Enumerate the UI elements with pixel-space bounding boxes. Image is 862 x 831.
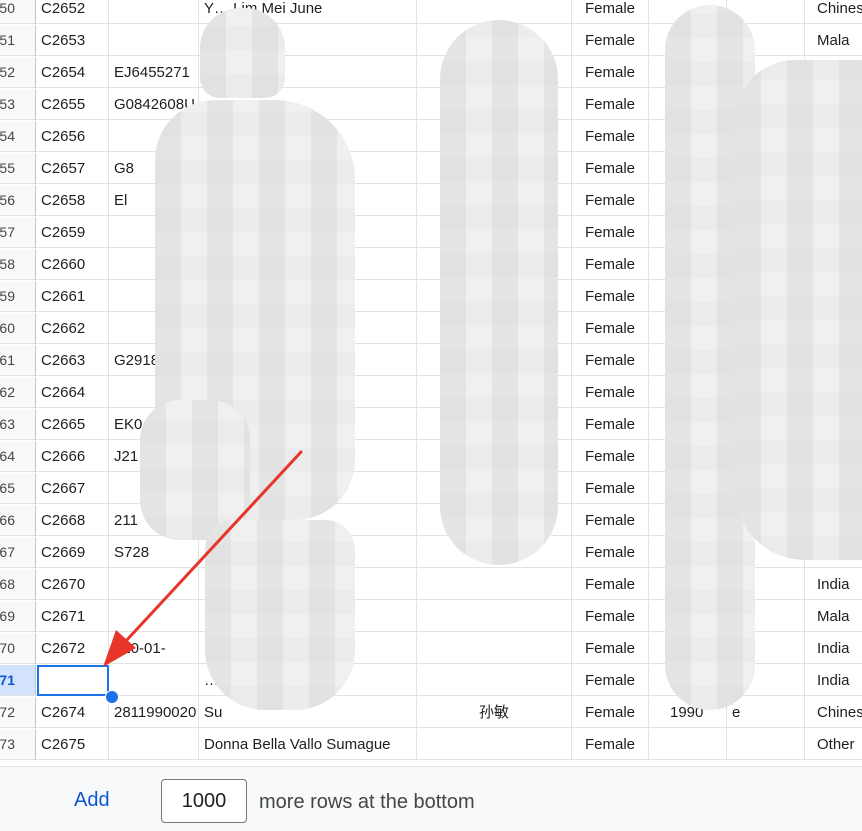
- add-rows-button[interactable]: Add: [60, 783, 124, 817]
- more-rows-label: more rows at the bottom: [259, 791, 475, 813]
- add-rows-footer: Add more rows at the bottom: [0, 766, 862, 831]
- row-count-input[interactable]: [161, 779, 247, 823]
- annotation-arrow: [103, 450, 303, 667]
